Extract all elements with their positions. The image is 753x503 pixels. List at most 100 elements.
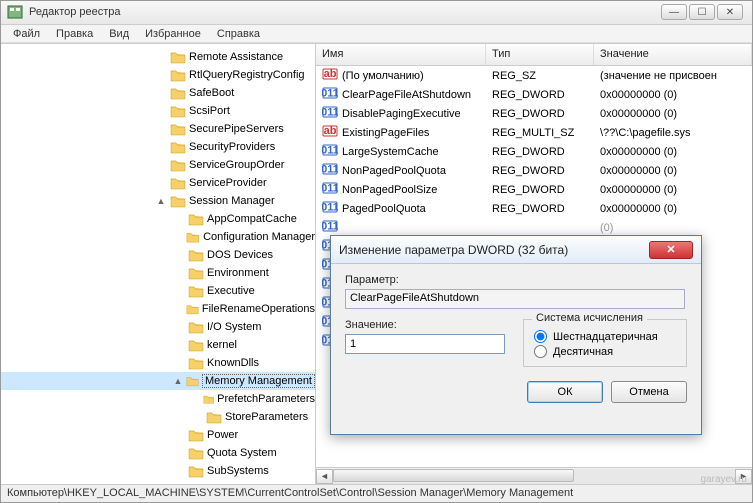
cell-value: 0x00000000 (0) xyxy=(594,203,752,215)
svg-text:011: 011 xyxy=(322,145,338,157)
param-label: Параметр: xyxy=(345,274,687,286)
cell-type: REG_DWORD xyxy=(486,89,594,101)
table-row[interactable]: 011PagedPoolQuotaREG_DWORD0x00000000 (0) xyxy=(316,199,752,218)
param-readonly: ClearPageFileAtShutdown xyxy=(345,289,685,309)
scroll-track[interactable] xyxy=(333,469,735,484)
cell-type: REG_DWORD xyxy=(486,146,594,158)
cell-name: (По умолчанию) xyxy=(342,70,424,82)
tree-node[interactable]: Executive xyxy=(1,282,315,300)
tree-node[interactable]: Quota System xyxy=(1,444,315,462)
menu-view[interactable]: Вид xyxy=(101,26,137,42)
value-icon: 011 xyxy=(322,142,338,161)
radix-dec-radio[interactable] xyxy=(534,345,547,358)
tree-node[interactable]: FileRenameOperations xyxy=(1,300,315,318)
cell-value: 0x00000000 (0) xyxy=(594,184,752,196)
tree-node[interactable]: KnownDlls xyxy=(1,354,315,372)
table-row[interactable]: abExistingPageFilesREG_MULTI_SZ\??\C:\pa… xyxy=(316,123,752,142)
statusbar: Компьютер\HKEY_LOCAL_MACHINE\SYSTEM\Curr… xyxy=(1,484,752,502)
menu-file[interactable]: Файл xyxy=(5,26,48,42)
tree-label: Session Manager xyxy=(189,195,275,207)
radix-hex-radio[interactable] xyxy=(534,330,547,343)
tree-node[interactable]: I/O System xyxy=(1,318,315,336)
table-row[interactable]: 011LargeSystemCacheREG_DWORD0x00000000 (… xyxy=(316,142,752,161)
cell-type: REG_DWORD xyxy=(486,165,594,177)
tree-node[interactable]: ▲ Memory Management xyxy=(1,372,315,390)
cell-name: PagedPoolQuota xyxy=(342,203,426,215)
ok-button[interactable]: ОК xyxy=(527,381,603,403)
value-input[interactable] xyxy=(345,334,505,354)
tree-node[interactable]: ▲ Session Manager xyxy=(1,192,315,210)
tree-label: PrefetchParameters xyxy=(217,393,315,405)
value-icon: 011 xyxy=(322,85,338,104)
tree-node[interactable]: SubSystems xyxy=(1,462,315,480)
tree-label: Power xyxy=(207,429,238,441)
tree-label: Memory Management xyxy=(202,374,315,388)
maximize-button[interactable]: ☐ xyxy=(689,4,715,20)
tree-node[interactable]: SecurePipeServers xyxy=(1,120,315,138)
watermark: garayev.ru xyxy=(700,474,747,485)
cell-type: REG_MULTI_SZ xyxy=(486,127,594,139)
col-name[interactable]: Имя xyxy=(316,44,486,65)
table-row[interactable]: 011DisablePagingExecutiveREG_DWORD0x0000… xyxy=(316,104,752,123)
tree-label: Environment xyxy=(207,267,269,279)
table-row[interactable]: 011 NonPagedPoolSize REG_DWORD0x00000000 (… xyxy=(316,180,752,199)
tree-label: I/O System xyxy=(207,321,261,333)
cell-type: REG_DWORD xyxy=(486,184,594,196)
tree-node[interactable]: Environment xyxy=(1,264,315,282)
tree-label: Remote Assistance xyxy=(189,51,283,63)
tree-label: SecurityProviders xyxy=(189,141,275,153)
menu-edit[interactable]: Правка xyxy=(48,26,101,42)
dialog-titlebar[interactable]: Изменение параметра DWORD (32 бита) ✕ xyxy=(331,236,701,264)
cell-value: (0) xyxy=(594,222,752,234)
value-icon: ab xyxy=(322,66,338,85)
close-button[interactable]: ✕ xyxy=(717,4,743,20)
titlebar[interactable]: Редактор реестра — ☐ ✕ xyxy=(1,1,752,25)
tree-node[interactable]: kernel xyxy=(1,336,315,354)
tree-node[interactable]: Power xyxy=(1,426,315,444)
cell-name: NonPagedPoolQuota xyxy=(342,165,446,177)
tree-label: ServiceProvider xyxy=(189,177,267,189)
minimize-button[interactable]: — xyxy=(661,4,687,20)
table-row[interactable]: ab(По умолчанию)REG_SZ(значение не присв… xyxy=(316,66,752,85)
dialog-close-button[interactable]: ✕ xyxy=(649,241,693,259)
radix-hex-label: Шестнадцатеричная xyxy=(553,331,658,343)
tree-node[interactable]: PrefetchParameters xyxy=(1,390,315,408)
scroll-thumb[interactable] xyxy=(333,469,574,482)
tree-node[interactable]: Configuration Manager xyxy=(1,228,315,246)
cell-name: NonPagedPoolSize xyxy=(342,184,437,196)
expand-icon[interactable]: ▲ xyxy=(173,376,183,386)
tree-label: Executive xyxy=(207,285,255,297)
menu-help[interactable]: Справка xyxy=(209,26,268,42)
cell-type: REG_DWORD xyxy=(486,108,594,120)
col-type[interactable]: Тип xyxy=(486,44,594,65)
table-row[interactable]: 011ClearPageFileAtShutdownREG_DWORD0x000… xyxy=(316,85,752,104)
menu-fav[interactable]: Избранное xyxy=(137,26,209,42)
expand-icon[interactable]: ▲ xyxy=(155,196,167,206)
tree-node[interactable]: AppCompatCache xyxy=(1,210,315,228)
table-row[interactable]: 011NonPagedPoolQuotaREG_DWORD0x00000000 … xyxy=(316,161,752,180)
app-icon xyxy=(7,4,23,20)
tree-node[interactable]: ServiceProvider xyxy=(1,174,315,192)
scroll-left[interactable]: ◄ xyxy=(316,469,333,484)
cell-name: ExistingPageFiles xyxy=(342,127,429,139)
col-value[interactable]: Значение xyxy=(594,44,752,65)
svg-text:011: 011 xyxy=(322,221,338,233)
svg-text:011: 011 xyxy=(322,107,338,119)
tree-node[interactable]: RtlQueryRegistryConfig xyxy=(1,66,315,84)
value-icon: 011 xyxy=(322,180,338,199)
tree-node[interactable]: SafeBoot xyxy=(1,84,315,102)
cell-value: 0x00000000 (0) xyxy=(594,89,752,101)
tree-pane[interactable]: Remote AssistanceRtlQueryRegistryConfigS… xyxy=(1,44,316,484)
tree-node[interactable]: DOS Devices xyxy=(1,246,315,264)
hscrollbar[interactable]: ◄ ► xyxy=(316,467,752,484)
radix-hex-row[interactable]: Шестнадцатеричная xyxy=(534,330,676,343)
tree-node[interactable]: ServiceGroupOrder xyxy=(1,156,315,174)
tree-node[interactable]: SecurityProviders xyxy=(1,138,315,156)
tree-label: StoreParameters xyxy=(225,411,308,423)
tree-node[interactable]: Remote Assistance xyxy=(1,48,315,66)
radix-dec-row[interactable]: Десятичная xyxy=(534,345,676,358)
tree-node[interactable]: ScsiPort xyxy=(1,102,315,120)
cancel-button[interactable]: Отмена xyxy=(611,381,687,403)
tree-node[interactable]: StoreParameters xyxy=(1,408,315,426)
svg-text:011: 011 xyxy=(322,202,338,214)
